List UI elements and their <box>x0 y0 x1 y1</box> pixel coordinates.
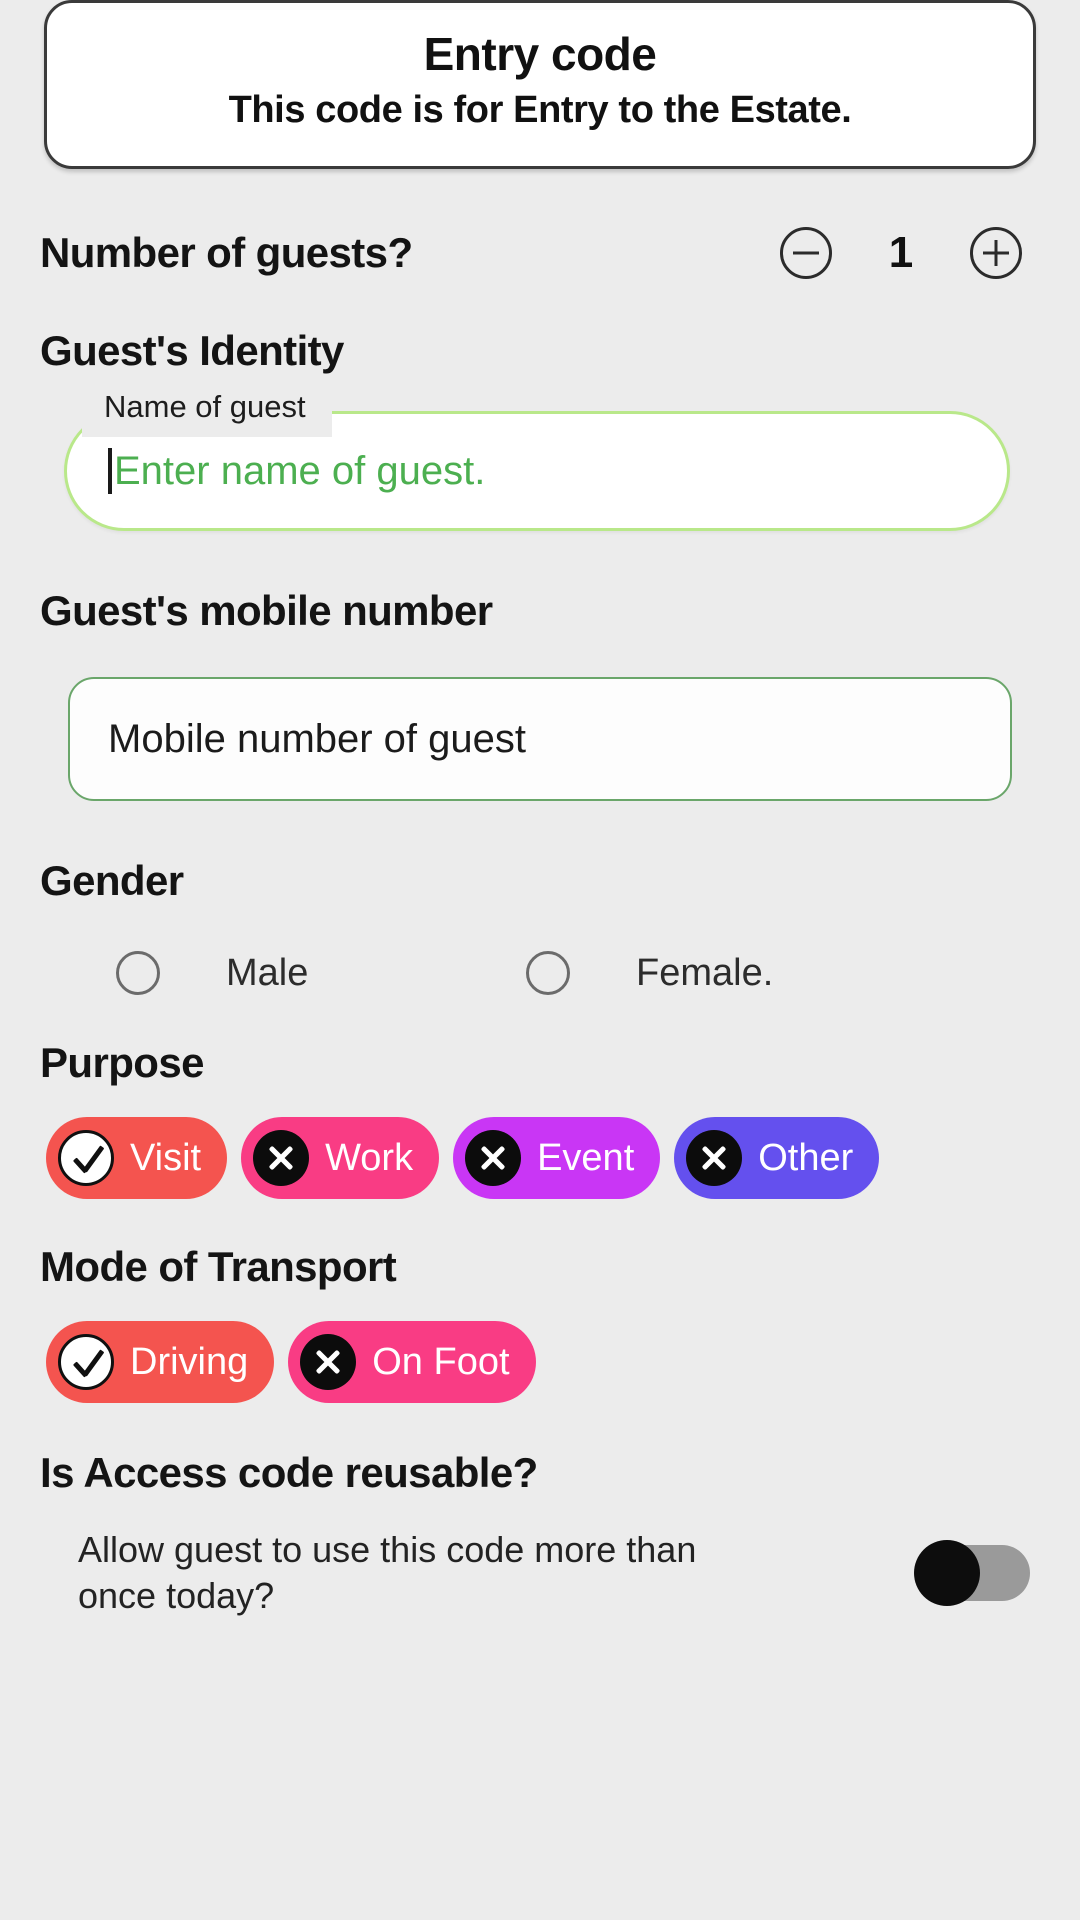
gender-section: Gender Male Female. <box>40 857 1040 996</box>
number-of-guests-label: Number of guests? <box>40 229 413 277</box>
purpose-chips-row: Visit Work Event Other <box>40 1117 1040 1200</box>
transport-chip-driving[interactable]: Driving <box>46 1321 275 1404</box>
reusable-row: Allow guest to use this code more than o… <box>40 1527 1040 1619</box>
purpose-chip-other[interactable]: Other <box>674 1117 880 1200</box>
purpose-chip-event[interactable]: Event <box>453 1117 661 1200</box>
purpose-heading: Purpose <box>40 1039 204 1087</box>
transport-chips-row: Driving On Foot <box>40 1321 1040 1404</box>
minus-circle-icon[interactable] <box>780 227 832 280</box>
purpose-chip-label: Event <box>537 1136 635 1179</box>
x-circle-icon <box>300 1334 357 1391</box>
name-of-guest-placeholder: Enter name of guest. <box>114 448 486 493</box>
name-of-guest-placeholder-row: Enter name of guest. <box>108 448 486 495</box>
name-of-guest-field-wrapper: Name of guest Enter name of guest. <box>64 389 1010 532</box>
reusable-description: Allow guest to use this code more than o… <box>78 1529 697 1617</box>
check-circle-icon <box>58 1334 114 1391</box>
transport-heading: Mode of Transport <box>40 1243 397 1291</box>
guest-mobile-input[interactable]: Mobile number of guest <box>68 677 1012 802</box>
purpose-chip-label: Other <box>758 1136 854 1179</box>
name-of-guest-float-label: Name of guest <box>98 389 318 426</box>
number-of-guests-row: Number of guests? 1 <box>40 227 1040 280</box>
transport-chip-label: On Foot <box>372 1340 510 1383</box>
x-circle-icon <box>253 1130 310 1187</box>
toggle-thumb <box>914 1540 980 1607</box>
purpose-section: Purpose Visit Work Event Other <box>40 1039 1040 1200</box>
gender-options: Male Female. <box>40 951 1040 996</box>
transport-chip-on-foot[interactable]: On Foot <box>288 1321 536 1404</box>
purpose-chip-label: Work <box>325 1136 414 1179</box>
radio-male-icon[interactable] <box>116 951 160 996</box>
guest-count-value: 1 <box>888 228 914 278</box>
gender-label-male: Male <box>226 951 309 994</box>
guest-mobile-section: Guest's mobile number Mobile number of g… <box>40 587 1040 802</box>
gender-label-female: Female. <box>636 951 774 994</box>
entry-code-title: Entry code <box>423 28 657 80</box>
x-circle-icon <box>686 1130 743 1187</box>
text-cursor-icon <box>108 448 112 495</box>
x-circle-icon <box>465 1130 522 1187</box>
check-circle-icon <box>58 1130 114 1187</box>
guest-mobile-placeholder: Mobile number of guest <box>108 716 527 761</box>
purpose-chip-work[interactable]: Work <box>241 1117 440 1200</box>
guest-entry-form-screen: Entry code This code is for Entry to the… <box>0 0 1080 1920</box>
plus-circle-icon[interactable] <box>970 227 1022 280</box>
guest-identity-heading: Guest's Identity <box>40 327 344 375</box>
reusable-toggle[interactable] <box>914 1540 1030 1607</box>
entry-code-subtitle: This code is for Entry to the Estate. <box>228 88 852 131</box>
gender-heading: Gender <box>40 857 184 905</box>
purpose-chip-label: Visit <box>130 1136 202 1179</box>
entry-code-card: Entry code This code is for Entry to the… <box>44 0 1036 170</box>
reusable-heading: Is Access code reusable? <box>40 1449 538 1497</box>
transport-chip-label: Driving <box>130 1340 249 1383</box>
reusable-section: Is Access code reusable? Allow guest to … <box>40 1449 1040 1619</box>
guest-identity-section: Guest's Identity Name of guest Enter nam… <box>40 327 1040 532</box>
gender-option-male[interactable]: Male <box>116 951 526 996</box>
radio-female-icon[interactable] <box>526 951 570 996</box>
purpose-chip-visit[interactable]: Visit <box>46 1117 228 1200</box>
gender-option-female[interactable]: Female. <box>526 951 774 996</box>
guest-mobile-heading: Guest's mobile number <box>40 587 493 635</box>
guest-counter: 1 <box>780 227 1022 280</box>
transport-section: Mode of Transport Driving On Foot <box>40 1243 1040 1404</box>
